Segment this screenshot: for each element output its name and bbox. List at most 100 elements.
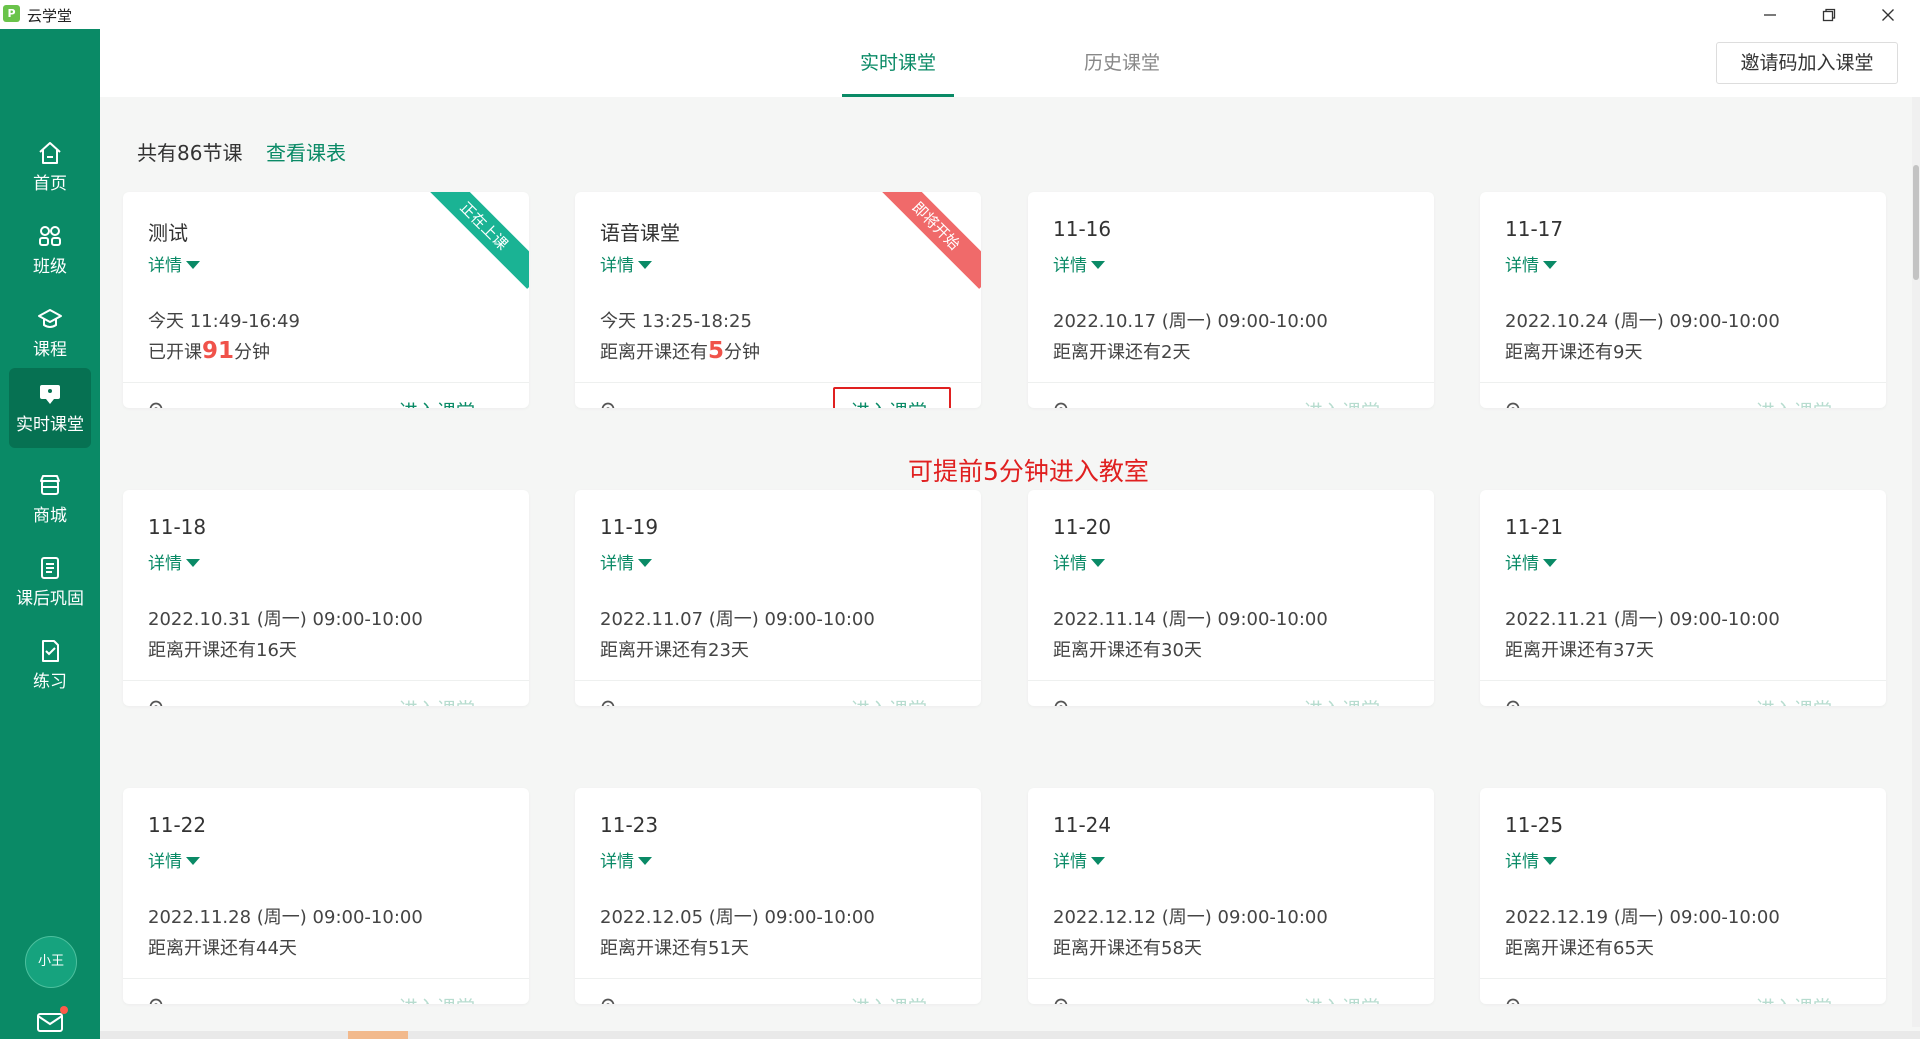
sidebar-item-store[interactable]: 商城 [9, 459, 91, 539]
location-icon [1054, 998, 1068, 1004]
sidebar-item-live-classroom[interactable]: 实时课堂 [9, 368, 91, 448]
enter-classroom-button[interactable]: 进入课堂 [399, 993, 475, 1004]
location-icon [1506, 998, 1520, 1004]
enter-classroom-button[interactable]: 进入课堂 [399, 397, 475, 408]
enter-classroom-button[interactable]: 进入课堂 [1756, 397, 1832, 408]
enter-classroom-button[interactable]: 进入课堂 [1304, 397, 1380, 408]
details-toggle[interactable]: 详情 [1505, 251, 1557, 276]
status-ribbon: 正在上课 [421, 192, 529, 289]
enter-classroom-button[interactable]: 进入课堂 [1756, 695, 1832, 706]
store-icon [40, 475, 60, 495]
title-bar: P 云学堂 [0, 0, 1920, 29]
enter-classroom-button[interactable]: 进入课堂 [1756, 993, 1832, 1004]
details-toggle[interactable]: 详情 [1053, 549, 1105, 574]
class-card: 11-20 详情 2022.11.14 (周一) 09:00-10:00 距离开课还有… [1028, 490, 1434, 706]
tab-history-classroom[interactable]: 历史课堂 [1066, 29, 1178, 97]
details-label: 详情 [1505, 852, 1539, 872]
horizontal-scroll-thumb[interactable] [348, 1031, 408, 1039]
details-toggle[interactable]: 详情 [1505, 549, 1557, 574]
exercise-icon [42, 640, 59, 662]
location-icon [149, 998, 163, 1004]
class-title: 语音课堂 [600, 221, 680, 245]
enter-classroom-button[interactable]: 进入课堂 [1304, 993, 1380, 1004]
class-card: 11-23 详情 2022.12.05 (周一) 09:00-10:00 距离开课还有… [575, 788, 981, 1004]
home-icon [39, 142, 61, 164]
details-toggle[interactable]: 详情 [148, 251, 200, 276]
location-icon [1506, 700, 1520, 706]
location-icon [1506, 402, 1520, 408]
details-label: 详情 [1053, 852, 1087, 872]
details-toggle[interactable]: 详情 [1505, 847, 1557, 872]
status-number: 5 [708, 338, 725, 364]
class-status: 距离开课还有23天 [600, 640, 749, 661]
close-button[interactable] [1862, 0, 1914, 29]
caret-down-icon [186, 857, 200, 865]
invite-code-join-button[interactable]: 邀请码加入课堂 [1716, 42, 1898, 84]
class-time: 2022.11.21 (周一) 09:00-10:00 [1505, 609, 1780, 630]
class-title: 11-18 [148, 515, 207, 539]
review-list-icon [41, 557, 59, 579]
details-toggle[interactable]: 详情 [1053, 847, 1105, 872]
details-toggle[interactable]: 详情 [148, 549, 200, 574]
details-toggle[interactable]: 详情 [148, 847, 200, 872]
sidebar-item-label: 首页 [33, 174, 67, 194]
class-card: 11-19 详情 2022.11.07 (周一) 09:00-10:00 距离开课还有… [575, 490, 981, 706]
details-label: 详情 [148, 256, 182, 276]
class-card: 11-22 详情 2022.11.28 (周一) 09:00-10:00 距离开课还有… [123, 788, 529, 1004]
sidebar-item-class[interactable]: 班级 [9, 210, 91, 290]
caret-down-icon [1543, 559, 1557, 567]
class-status: 距离开课还有37天 [1505, 640, 1654, 661]
sidebar-item-exercise[interactable]: 练习 [9, 625, 91, 705]
sidebar-item-course[interactable]: 课程 [9, 293, 91, 373]
highlight-box [833, 387, 951, 408]
details-toggle[interactable]: 详情 [1053, 251, 1105, 276]
details-label: 详情 [600, 852, 634, 872]
details-toggle[interactable]: 详情 [600, 251, 652, 276]
class-status: 距离开课还有16天 [148, 640, 297, 661]
enter-classroom-button[interactable]: 进入课堂 [851, 993, 927, 1004]
details-label: 详情 [148, 852, 182, 872]
class-time: 今天 11:49-16:49 [148, 311, 300, 332]
minimize-button[interactable] [1744, 0, 1796, 29]
tab-live-classroom[interactable]: 实时课堂 [842, 29, 954, 97]
sidebar-item-home[interactable]: 首页 [9, 127, 91, 207]
class-title: 11-16 [1053, 217, 1112, 241]
view-schedule-link[interactable]: 查看课表 [266, 137, 346, 166]
class-card: 11-17 详情 2022.10.24 (周一) 09:00-10:00 距离开课还有… [1480, 192, 1886, 408]
class-icon [39, 226, 61, 246]
caret-down-icon [638, 857, 652, 865]
avatar[interactable]: 小王 [25, 936, 77, 988]
restore-button[interactable] [1803, 0, 1855, 29]
class-status: 距离开课还有2天 [1053, 342, 1191, 363]
class-status: 距离开课还有5分钟 [600, 338, 760, 364]
class-time: 2022.11.14 (周一) 09:00-10:00 [1053, 609, 1328, 630]
minimize-icon [1764, 13, 1776, 16]
details-label: 详情 [600, 554, 634, 574]
class-card: 11-21 详情 2022.11.21 (周一) 09:00-10:00 距离开课还有… [1480, 490, 1886, 706]
class-title: 11-19 [600, 515, 659, 539]
card-footer: 进入课堂 [1480, 978, 1886, 1004]
class-time: 今天 13:25-18:25 [600, 311, 752, 332]
card-footer: 进入课堂 [123, 978, 529, 1004]
card-footer: 进入课堂 [1028, 978, 1434, 1004]
card-footer: 进入课堂 [575, 978, 981, 1004]
class-title: 11-17 [1505, 217, 1564, 241]
class-card: 11-24 详情 2022.12.12 (周一) 09:00-10:00 距离开课还有… [1028, 788, 1434, 1004]
details-toggle[interactable]: 详情 [600, 847, 652, 872]
horizontal-scrollbar[interactable] [100, 1031, 1920, 1039]
sidebar: 首页 班级 课程 实时课堂 商城 课后巩固 练习 小王 [0, 29, 100, 1039]
enter-classroom-button[interactable]: 进入课堂 [399, 695, 475, 706]
caret-down-icon [1091, 857, 1105, 865]
class-card: 11-18 详情 2022.10.31 (周一) 09:00-10:00 距离开课还有… [123, 490, 529, 706]
scrollbar-thumb[interactable] [1913, 165, 1919, 280]
location-icon [1054, 700, 1068, 706]
enter-classroom-button[interactable]: 进入课堂 [1304, 695, 1380, 706]
class-title: 11-20 [1053, 515, 1112, 539]
class-card: 测试详情今天 11:49-16:49 已开课91分钟 正在上课进入课堂 [123, 192, 529, 408]
class-status: 距离开课还有44天 [148, 938, 297, 959]
enter-classroom-button[interactable]: 进入课堂 [851, 695, 927, 706]
details-toggle[interactable]: 详情 [600, 549, 652, 574]
mail-button[interactable] [35, 1006, 68, 1035]
class-title: 11-25 [1505, 813, 1564, 837]
sidebar-item-review[interactable]: 课后巩固 [9, 542, 91, 622]
